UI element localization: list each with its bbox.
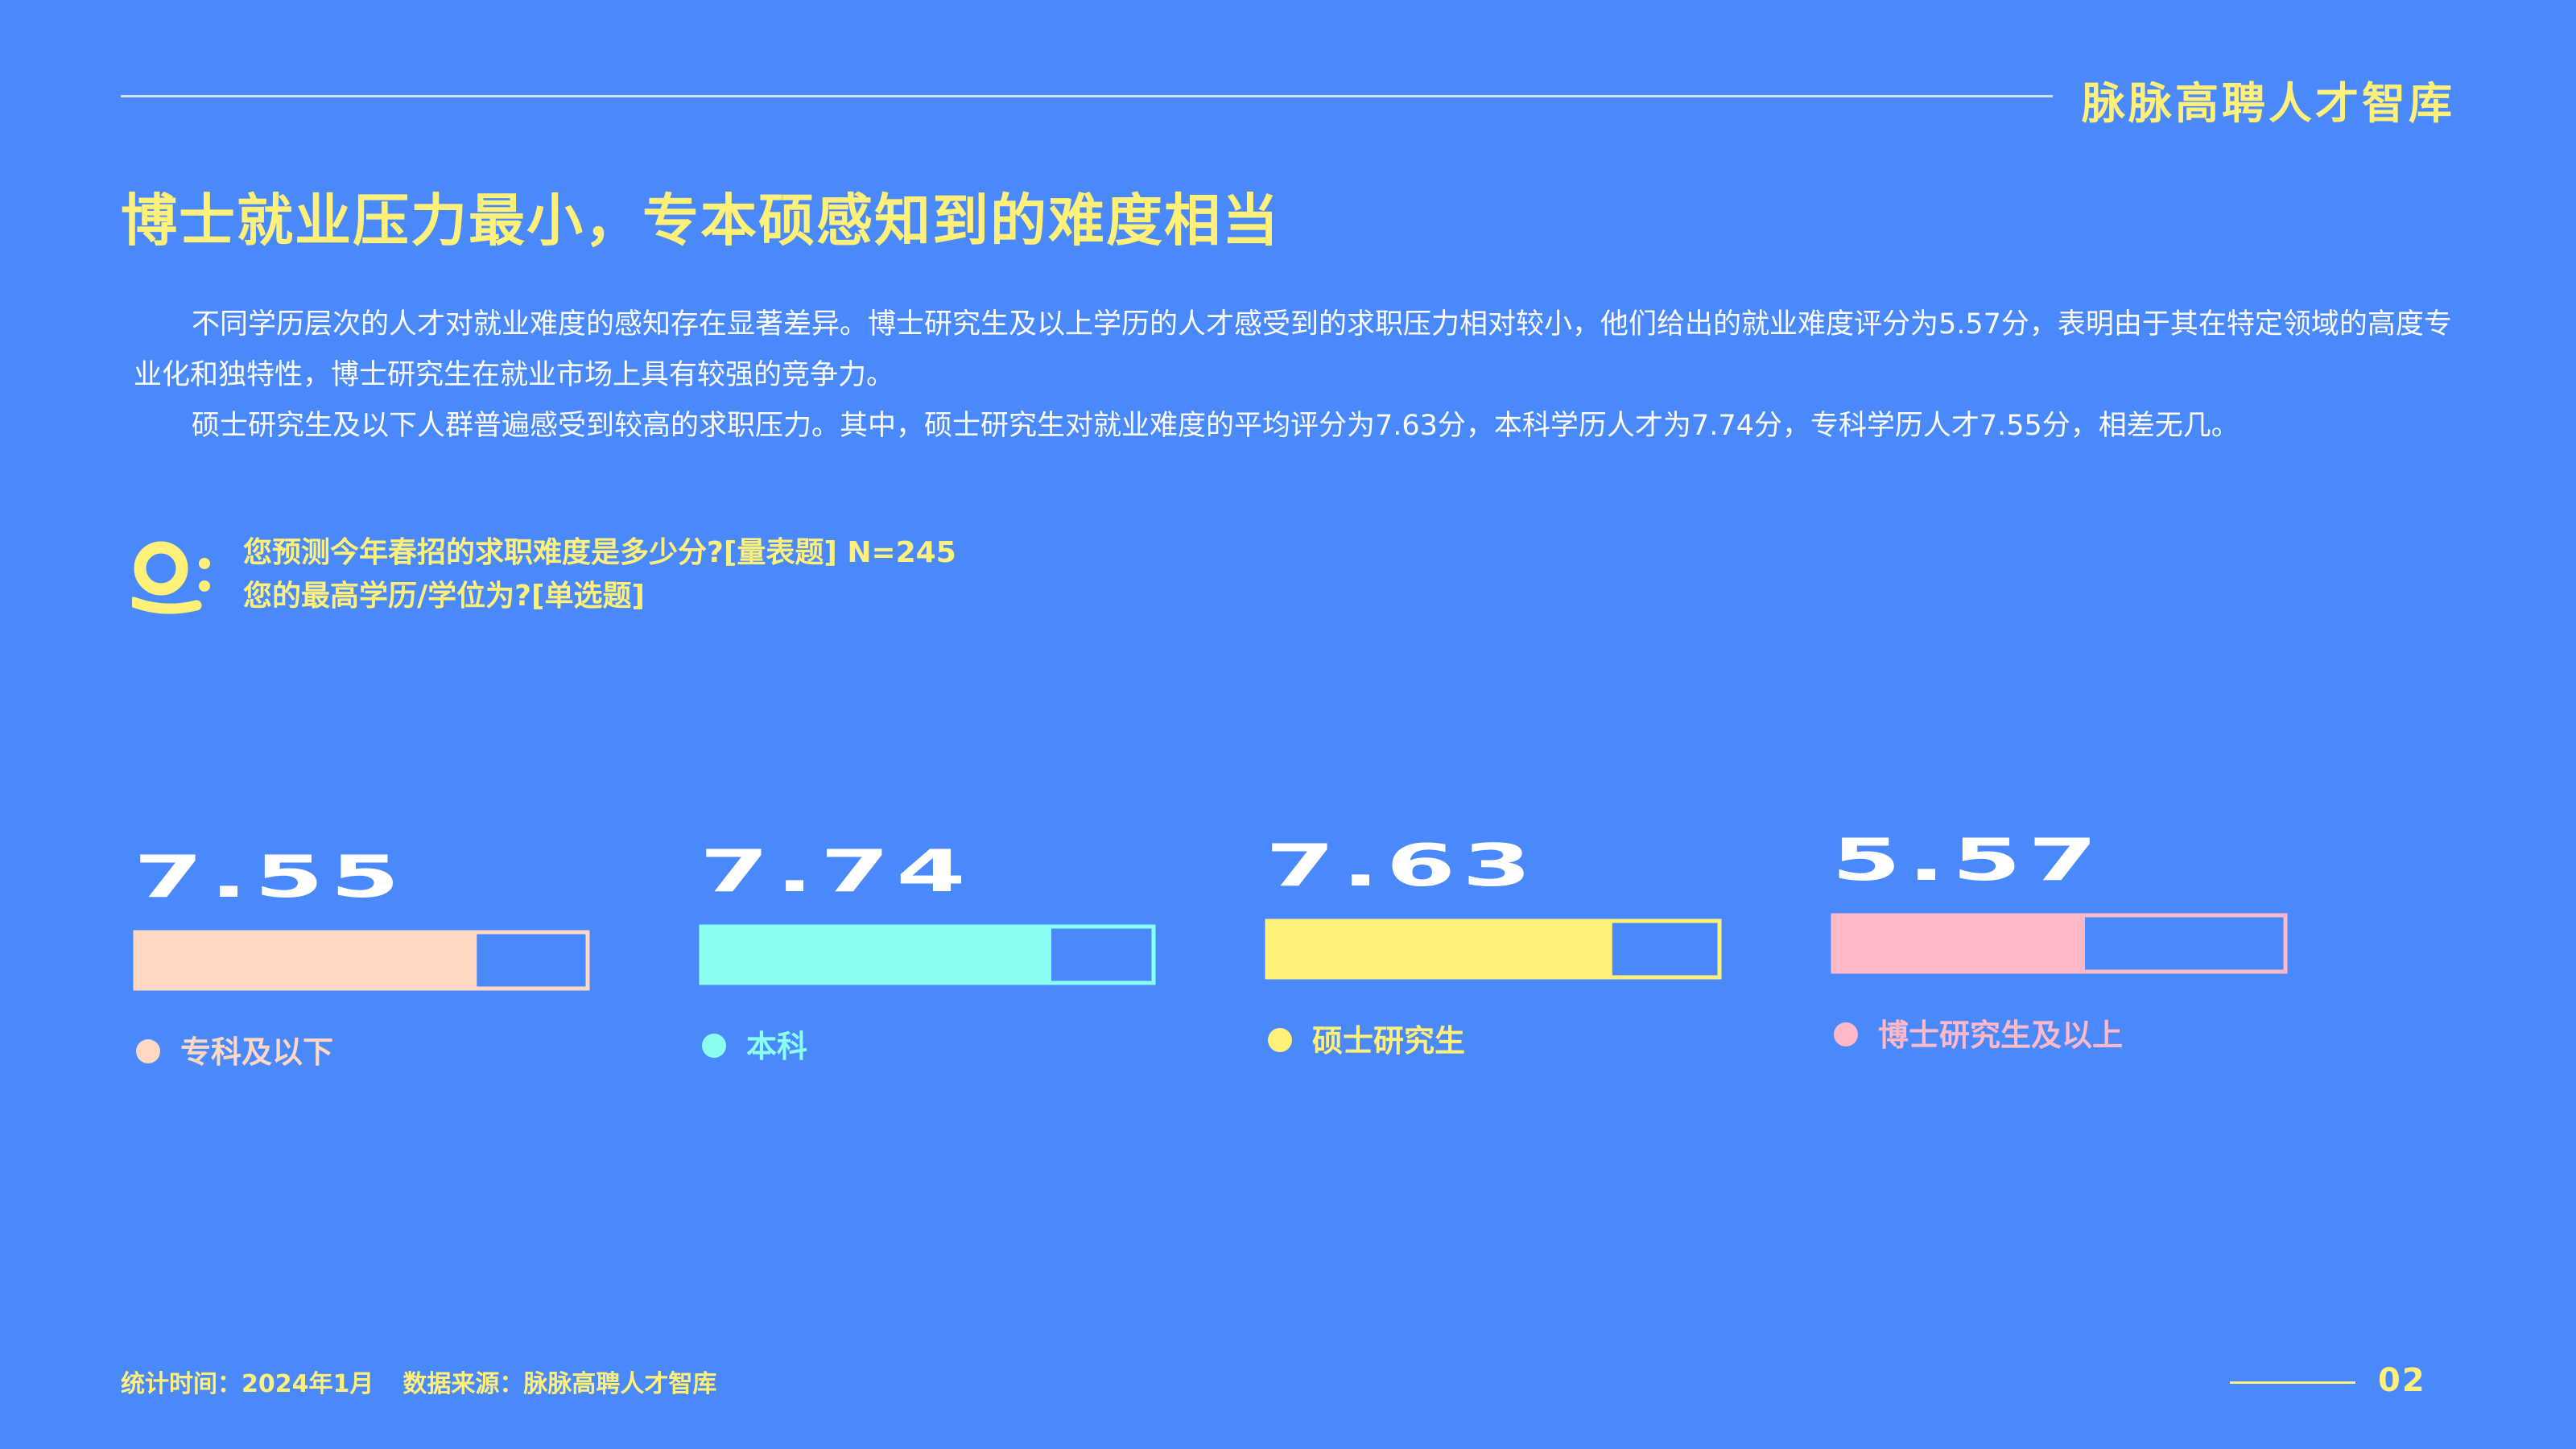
category-label: 博士研究生及以上 (1878, 1018, 2123, 1053)
bar-value-label: 5.57 (1831, 826, 2104, 893)
legend-dot (136, 1039, 160, 1063)
category-label: 硕士研究生 (1312, 1023, 1465, 1059)
legend-dot (702, 1034, 726, 1058)
bar-value-label: 7.55 (134, 843, 407, 910)
legend-dot (1268, 1028, 1292, 1052)
bar-fill (1833, 915, 2086, 972)
bar-fill (1267, 921, 1612, 977)
bar-fill (701, 927, 1051, 983)
footer-divider (2230, 1381, 2355, 1384)
legend-dot (1834, 1022, 1858, 1046)
footer-info: 统计时间：2024年1月 数据来源：脉脉高聘人才智库 (121, 1364, 716, 1399)
bar-value-label: 7.74 (700, 837, 972, 904)
bar-chart: 7.55 专科及以下 7.74 本科 7.63 硕士研究生 5.57 博士研究生及以上 (133, 826, 2288, 1070)
footer-source: 数据来源：脉脉高聘人才智库 (402, 1370, 717, 1398)
category-label: 专科及以下 (180, 1034, 333, 1070)
category-label: 本科 (746, 1029, 807, 1064)
page-number: 02 (2378, 1362, 2426, 1399)
footer-date: 统计时间：2024年1月 (121, 1370, 374, 1398)
bar-fill (135, 932, 477, 989)
bar-value-label: 7.63 (1265, 832, 1538, 898)
